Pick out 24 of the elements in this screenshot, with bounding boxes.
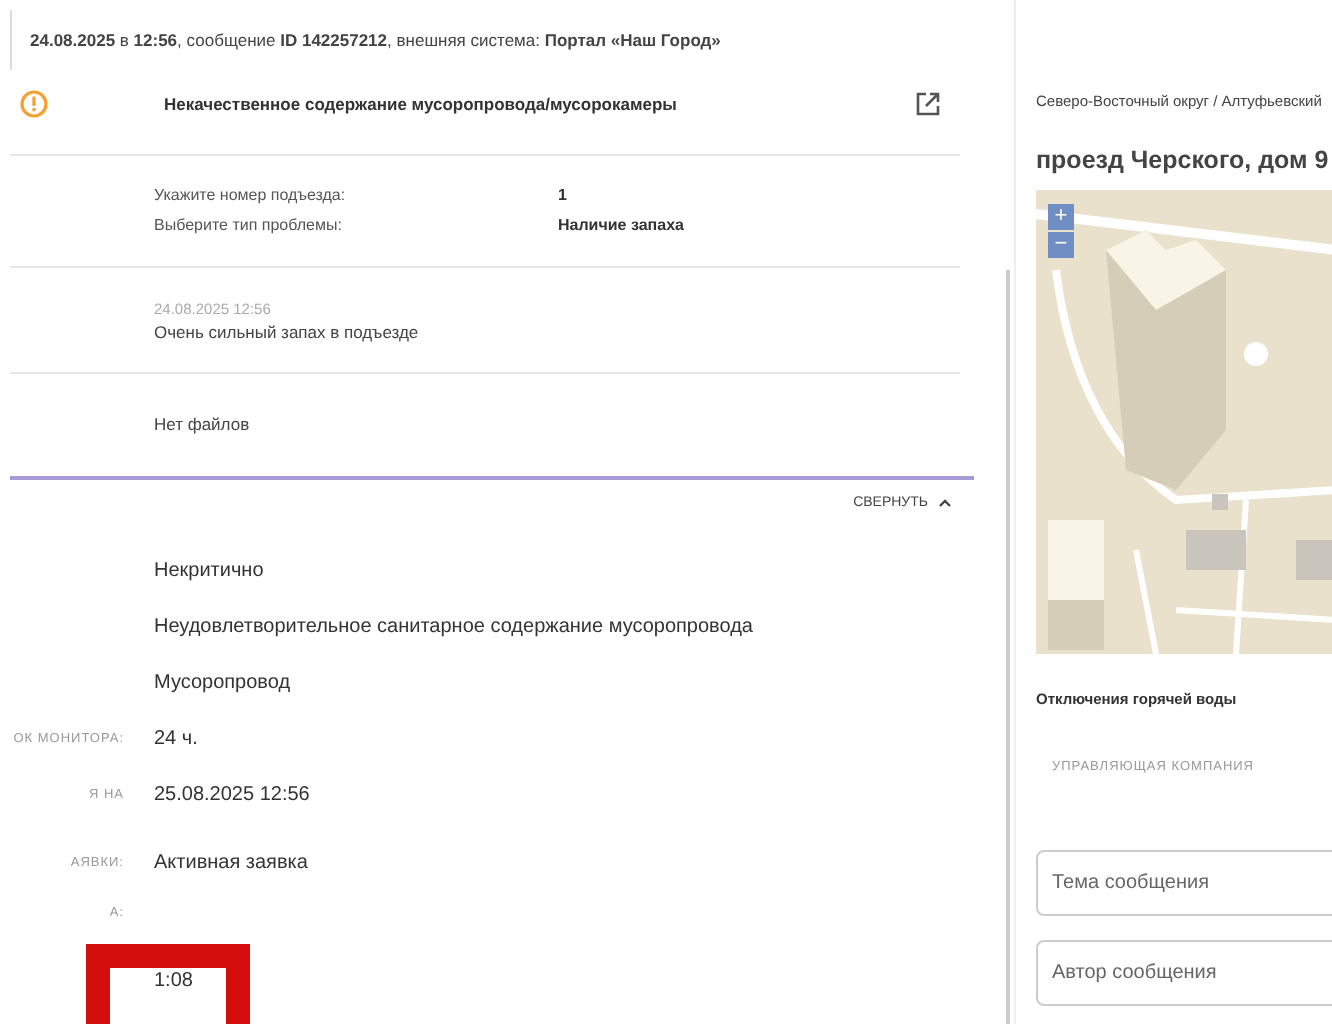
detail-value: 25.08.2025 12:56: [154, 783, 310, 805]
detail-value: 1:08: [154, 969, 193, 991]
detail-value: Неудовлетворительное санитарное содержание мусоропровода: [154, 615, 753, 637]
zoom-in-button[interactable]: +: [1048, 204, 1074, 230]
scrollbar[interactable]: [1006, 270, 1010, 1024]
detail-value: 24 ч.: [154, 727, 198, 749]
comment-text: Очень сильный запах в подъезде: [154, 320, 419, 344]
input-field[interactable]: Автор сообщения: [1036, 940, 1332, 1006]
detail-value: Некритично: [154, 559, 264, 581]
message-info: 24.08.2025 в 12:56, сообщение ID 142257212, внешняя система: Портал «Наш Город»: [30, 30, 721, 50]
detail-value: Мусоропровод: [154, 671, 291, 693]
issue-title: Некачественное содержание мусоропровода/мусорокамеры: [164, 92, 679, 114]
field-value: 1: [558, 184, 567, 208]
external-link-icon[interactable]: [916, 92, 940, 116]
input-field[interactable]: Тема сообщения: [1036, 850, 1332, 916]
address-title: проезд Черского, дом 9: [1036, 146, 1331, 174]
files-text: Нет файлов: [154, 414, 250, 434]
field-label: Выберите тип проблемы:: [154, 214, 344, 238]
detail-value: Активная заявка: [154, 851, 308, 873]
chevron-up-icon: [938, 498, 952, 508]
field-label: Укажите номер подъезда:: [154, 184, 348, 208]
field-value: Наличие запаха: [558, 214, 684, 238]
zoom-out-button[interactable]: −: [1048, 232, 1074, 258]
warning-icon: [20, 90, 48, 118]
